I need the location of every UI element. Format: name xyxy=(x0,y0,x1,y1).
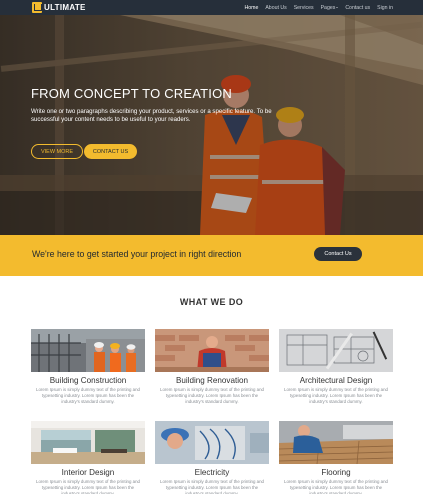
nav-contact-us[interactable]: Contact us xyxy=(345,5,370,11)
cta-text: We're here to get started your project i… xyxy=(32,249,242,259)
service-title: Building Construction xyxy=(49,376,127,385)
service-description: Lorem Ipsum is simply dummy text of the … xyxy=(36,479,140,494)
hero-description: Write one or two paragraphs describing y… xyxy=(31,108,272,124)
nav-home[interactable]: Home xyxy=(245,5,259,11)
view-more-button[interactable]: VIEW MORE xyxy=(31,144,83,159)
electricity-image xyxy=(155,421,269,464)
nav-menu: Home About Us Services Pages Contact us … xyxy=(238,0,394,15)
service-title: Electricity xyxy=(194,468,230,477)
brand-link[interactable]: ULTIMATE xyxy=(32,2,86,13)
service-description: Lorem Ipsum is simply dummy text of the … xyxy=(36,387,140,404)
service-description: Lorem Ipsum is simply dummy text of the … xyxy=(160,479,264,494)
cta-band: We're here to get started your project i… xyxy=(0,235,423,276)
nav-pages-label: Pages xyxy=(320,4,336,11)
nav-services[interactable]: Services xyxy=(294,5,314,11)
service-card-flooring[interactable]: Flooring Lorem Ipsum is simply dummy tex… xyxy=(279,421,393,494)
service-description: Lorem Ipsum is simply dummy text of the … xyxy=(284,387,388,404)
cta-contact-button[interactable]: Contact Us xyxy=(314,247,362,261)
building-renovation-image xyxy=(155,329,269,372)
service-description: Lorem Ipsum is simply dummy text of the … xyxy=(284,479,388,494)
service-card-building-renovation[interactable]: Building Renovation Lorem Ipsum is simpl… xyxy=(155,329,269,405)
service-card-interior-design[interactable]: Interior Design Lorem Ipsum is simply du… xyxy=(31,421,145,494)
building-construction-image xyxy=(31,329,145,372)
hero-section: FROM CONCEPT TO CREATION Write one or tw… xyxy=(0,15,423,235)
flooring-image xyxy=(279,421,393,464)
nav-about-us[interactable]: About Us xyxy=(265,5,286,11)
nav-sign-in[interactable]: Sign in xyxy=(377,5,393,11)
interior-design-image xyxy=(31,421,145,464)
hero-title: FROM CONCEPT TO CREATION xyxy=(31,86,233,101)
section-title-what-we-do: WHAT WE DO xyxy=(179,297,244,307)
service-card-architectural-design[interactable]: Architectural Design Lorem Ipsum is simp… xyxy=(279,329,393,405)
service-card-electricity[interactable]: Electricity Lorem Ipsum is simply dummy … xyxy=(155,421,269,494)
navbar: ULTIMATE Home About Us Services Pages Co… xyxy=(0,0,423,15)
contact-us-hero-button[interactable]: CONTACT US xyxy=(84,144,137,159)
brand-name: ULTIMATE xyxy=(44,3,86,12)
service-description: Lorem Ipsum is simply dummy text of the … xyxy=(160,387,264,404)
u-logo-icon xyxy=(32,2,42,13)
hero-background-image xyxy=(0,15,423,235)
service-title: Interior Design xyxy=(61,468,115,477)
service-title: Architectural Design xyxy=(299,376,373,385)
service-card-building-construction[interactable]: Building Construction Lorem Ipsum is sim… xyxy=(31,329,145,405)
service-title: Flooring xyxy=(321,468,351,477)
nav-pages-dropdown[interactable]: Pages xyxy=(321,5,339,11)
architectural-design-image xyxy=(279,329,393,372)
caret-down-icon xyxy=(336,7,339,8)
service-title: Building Renovation xyxy=(176,376,248,385)
